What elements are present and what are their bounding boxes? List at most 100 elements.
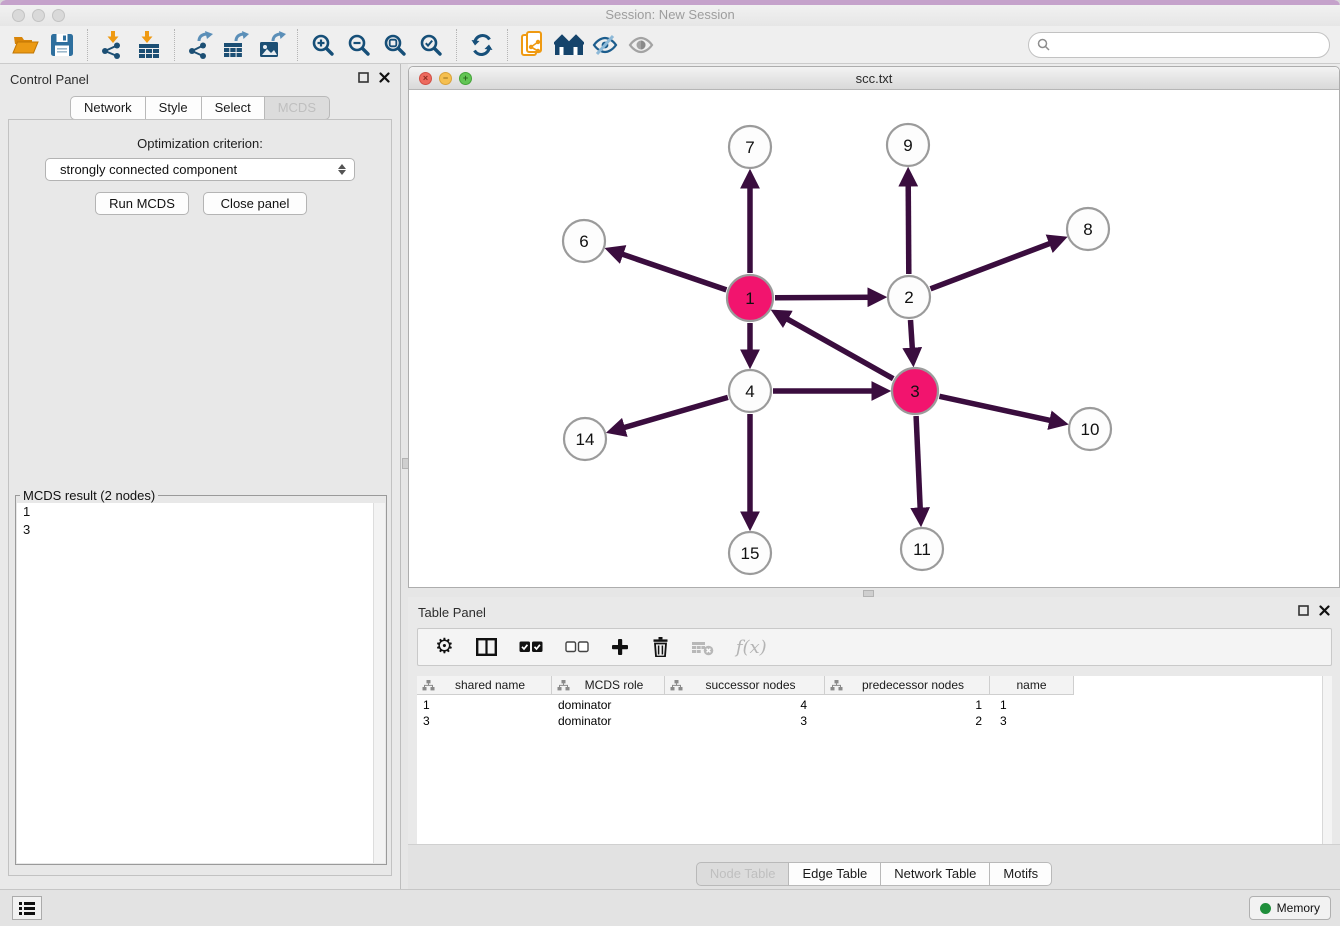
close-panel-button[interactable]: Close panel: [203, 192, 307, 215]
tab-motifs[interactable]: Motifs: [990, 862, 1052, 886]
table-panel-bottom: Node Table Edge Table Network Table Moti…: [408, 844, 1340, 890]
graph-edge-3-10[interactable]: [939, 396, 1054, 421]
optimization-criterion-label: Optimization criterion:: [9, 136, 391, 151]
window-title: Session: New Session: [0, 7, 1340, 22]
select-all-icon[interactable]: [519, 641, 543, 653]
column-header-mcds-role[interactable]: MCDS role: [552, 676, 665, 695]
table-scrollbar[interactable]: [1322, 676, 1332, 845]
mcds-result-scrollbar[interactable]: [373, 503, 385, 863]
column-header-name[interactable]: name: [990, 676, 1074, 695]
optimization-criterion-select[interactable]: strongly connected component: [45, 158, 355, 181]
import-network-icon[interactable]: [95, 29, 131, 61]
unselect-all-icon[interactable]: [565, 641, 589, 653]
graph-node-label: 6: [579, 232, 588, 251]
zoom-selected-icon[interactable]: [413, 29, 449, 61]
graph-node-label: 2: [904, 288, 913, 307]
graph-node-label: 1: [745, 289, 754, 308]
close-panel-icon[interactable]: [1319, 605, 1330, 616]
search-icon: [1037, 38, 1050, 51]
graph-edge-2-3[interactable]: [911, 320, 913, 353]
table-row[interactable]: 1 dominator 4 1 1: [417, 698, 1074, 714]
graph-edge-2-9[interactable]: [908, 181, 909, 274]
open-session-icon[interactable]: [8, 29, 44, 61]
save-session-icon[interactable]: [44, 29, 80, 61]
control-panel: Control Panel Network Style Select MCDS …: [0, 64, 401, 890]
graph-edge-3-1[interactable]: [783, 317, 893, 379]
search-field-wrap: [1028, 32, 1330, 58]
add-column-icon[interactable]: [611, 638, 629, 656]
mcds-result-group: MCDS result (2 nodes) 1 3: [15, 488, 387, 865]
table-panel-title: Table Panel: [418, 605, 486, 620]
column-header-shared-name[interactable]: shared name: [417, 676, 552, 695]
tab-mcds[interactable]: MCDS: [265, 96, 330, 120]
horizontal-splitter[interactable]: [408, 588, 1340, 597]
table-tabs: Node Table Edge Table Network Table Moti…: [408, 862, 1340, 886]
show-hide-columns-icon[interactable]: [476, 638, 497, 656]
float-panel-icon[interactable]: [358, 72, 369, 83]
network-canvas[interactable]: 7968124314101511: [409, 89, 1339, 587]
show-all-icon[interactable]: [623, 29, 659, 61]
graph-edge-4-14[interactable]: [620, 397, 728, 429]
vertical-splitter[interactable]: [401, 64, 408, 890]
table-cell: dominator: [552, 714, 665, 730]
table-cell: dominator: [552, 698, 665, 714]
graph-node-label: 14: [576, 430, 595, 449]
show-networks-list-button[interactable]: [12, 896, 42, 920]
zoom-fit-icon[interactable]: [377, 29, 413, 61]
search-input[interactable]: [1028, 32, 1330, 58]
graph-node-label: 15: [741, 544, 760, 563]
tab-node-table[interactable]: Node Table: [696, 862, 790, 886]
table-header-row: shared name MCDS role successor nodes pr…: [417, 676, 1074, 695]
delete-table-icon[interactable]: [692, 639, 714, 656]
graph-edge-2-8[interactable]: [931, 242, 1055, 289]
zoom-in-icon[interactable]: [305, 29, 341, 61]
table-cell: 4: [665, 698, 825, 714]
run-mcds-button[interactable]: Run MCDS: [95, 192, 189, 215]
splitter-grip[interactable]: [863, 590, 874, 597]
new-network-from-selection-icon[interactable]: [515, 29, 551, 61]
first-neighbors-icon[interactable]: [551, 29, 587, 61]
apply-layout-icon[interactable]: [464, 29, 500, 61]
table-cell: 1: [417, 698, 552, 714]
memory-status-icon: [1260, 903, 1271, 914]
network-view-window: × − + scc.txt 7968124314101511: [408, 66, 1340, 588]
tree-icon: [557, 680, 570, 691]
main-toolbar: [0, 26, 1340, 64]
float-panel-icon[interactable]: [1298, 605, 1309, 616]
mcds-result-text[interactable]: 1 3: [17, 503, 385, 863]
column-header-predecessor-nodes[interactable]: predecessor nodes: [825, 676, 990, 695]
table-cell: 3: [990, 714, 1074, 730]
export-network-icon[interactable]: [182, 29, 218, 61]
memory-label: Memory: [1277, 901, 1320, 915]
graph-edge-1-6[interactable]: [618, 253, 726, 290]
graph-node-label: 3: [910, 382, 919, 401]
export-image-icon[interactable]: [254, 29, 290, 61]
mcds-panel: Optimization criterion: strongly connect…: [8, 119, 392, 876]
control-panel-header: Control Panel: [0, 64, 400, 94]
graph-node-label: 4: [745, 382, 754, 401]
tab-network[interactable]: Network: [70, 96, 146, 120]
graph-edge-3-11[interactable]: [916, 416, 920, 513]
column-header-successor-nodes[interactable]: successor nodes: [665, 676, 825, 695]
hide-selected-icon[interactable]: [587, 29, 623, 61]
export-table-icon[interactable]: [218, 29, 254, 61]
table-settings-icon[interactable]: ⚙: [435, 637, 454, 657]
graph-node-label: 11: [913, 540, 931, 559]
graph-node-label: 8: [1083, 220, 1092, 239]
tab-select[interactable]: Select: [202, 96, 265, 120]
network-window-title: scc.txt: [409, 71, 1339, 86]
tab-style[interactable]: Style: [146, 96, 202, 120]
close-panel-icon[interactable]: [379, 72, 390, 83]
memory-button[interactable]: Memory: [1249, 896, 1331, 920]
import-table-icon[interactable]: [131, 29, 167, 61]
graph-edge-1-2[interactable]: [775, 297, 873, 298]
zoom-out-icon[interactable]: [341, 29, 377, 61]
function-builder-icon[interactable]: f(x): [736, 637, 767, 658]
control-panel-title: Control Panel: [10, 72, 89, 87]
table-row[interactable]: 3 dominator 3 2 3: [417, 714, 1074, 730]
control-panel-tabs: Network Style Select MCDS: [0, 96, 400, 120]
tab-edge-table[interactable]: Edge Table: [789, 862, 881, 886]
delete-column-icon[interactable]: [651, 637, 670, 657]
tab-network-table[interactable]: Network Table: [881, 862, 990, 886]
table-cell: 2: [825, 714, 990, 730]
